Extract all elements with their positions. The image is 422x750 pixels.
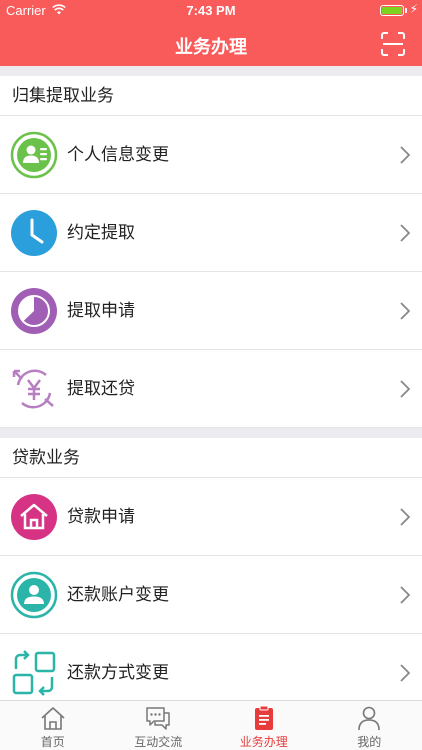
tab-home[interactable]: 首页	[0, 701, 106, 750]
clipboard-icon	[254, 705, 273, 730]
row-label: 还款账户变更	[67, 585, 169, 605]
chevron-right-icon	[400, 508, 410, 526]
clock-icon	[11, 210, 57, 256]
tab-label: 互动交流	[134, 735, 183, 749]
chevron-right-icon	[400, 302, 410, 320]
switch-mode-icon	[12, 650, 56, 696]
row-repayment-method-change[interactable]: 还款方式变更	[0, 634, 422, 700]
tab-bar: 首页 互动交流 业务办理 我的	[0, 700, 422, 750]
chevron-right-icon	[400, 380, 410, 398]
status-time: 7:43 PM	[186, 3, 236, 18]
business-list: 归集提取业务 个人信息变更 约定提取 提取申请 提取还贷 贷款业务 贷款申请 还…	[0, 66, 422, 700]
battery-icon	[380, 5, 404, 16]
pie-icon	[11, 288, 57, 334]
scan-icon[interactable]	[380, 31, 406, 57]
row-scheduled-withdrawal[interactable]: 约定提取	[0, 194, 422, 272]
row-repayment-account-change[interactable]: 还款账户变更	[0, 556, 422, 634]
row-withdrawal-repayment[interactable]: 提取还贷	[0, 350, 422, 428]
chevron-right-icon	[400, 586, 410, 604]
tab-label: 首页	[40, 735, 65, 749]
status-bar: Carrier 7:43 PM ⚡	[0, 0, 422, 22]
page-title: 业务办理	[175, 37, 247, 58]
account-user-icon	[10, 571, 58, 619]
section-gap	[0, 66, 422, 76]
row-withdrawal-application[interactable]: 提取申请	[0, 272, 422, 350]
row-label: 还款方式变更	[67, 663, 169, 683]
row-label: 贷款申请	[67, 507, 135, 527]
chevron-right-icon	[400, 146, 410, 164]
house-icon	[11, 494, 57, 540]
tab-label: 我的	[357, 735, 382, 749]
person-icon	[358, 706, 381, 731]
chevron-right-icon	[400, 224, 410, 242]
chevron-right-icon	[400, 664, 410, 682]
section-title-withdraw: 归集提取业务	[0, 76, 422, 116]
section-gap	[0, 428, 422, 438]
nav-bar: 业务办理	[0, 22, 422, 66]
row-label: 约定提取	[67, 223, 135, 243]
battery-tip	[405, 8, 407, 13]
charging-icon: ⚡	[409, 2, 418, 16]
tab-label: 业务办理	[239, 735, 288, 749]
row-loan-application[interactable]: 贷款申请	[0, 478, 422, 556]
chat-icon	[146, 707, 170, 730]
section-title-loan: 贷款业务	[0, 438, 422, 478]
tab-business[interactable]: 业务办理	[211, 701, 317, 750]
row-label: 提取申请	[67, 301, 135, 321]
home-icon	[41, 707, 65, 730]
tab-interaction[interactable]: 互动交流	[106, 701, 212, 750]
row-personal-info-change[interactable]: 个人信息变更	[0, 116, 422, 194]
row-label: 个人信息变更	[67, 145, 169, 165]
yuan-cycle-icon	[12, 369, 54, 409]
row-label: 提取还贷	[67, 379, 135, 399]
tab-mine[interactable]: 我的	[317, 701, 422, 750]
user-info-icon	[10, 131, 58, 179]
